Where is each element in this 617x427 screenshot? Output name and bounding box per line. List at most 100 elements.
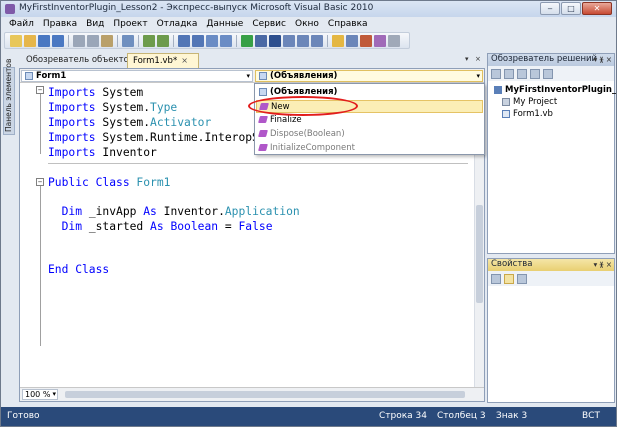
- dropdown-item-label: Finalize: [270, 115, 302, 125]
- dropdown-item[interactable]: InitializeComponent: [256, 142, 483, 155]
- save-all-icon[interactable]: [52, 34, 64, 47]
- extension-icon[interactable]: [388, 34, 400, 47]
- chevron-down-icon: ▾: [52, 390, 56, 398]
- standard-toolbar: [4, 32, 410, 49]
- toolbox-icon[interactable]: [374, 34, 386, 47]
- view-designer-icon[interactable]: [543, 68, 553, 79]
- scroll-thumb[interactable]: [476, 205, 483, 303]
- code-line-class-decl: Public Class Form1: [48, 176, 171, 189]
- tree-project-node[interactable]: MyFirstInventorPlugin_Lesson: [494, 85, 616, 95]
- chevron-down-icon: ▾: [246, 72, 250, 80]
- property-pages-icon[interactable]: [517, 273, 527, 284]
- object-browser-icon[interactable]: [360, 34, 372, 47]
- navigation-bar: Form1 ▾ (Объявления) ▾: [20, 69, 484, 83]
- menu-tools[interactable]: Сервис: [248, 18, 291, 32]
- status-insert-mode: ВСТ: [582, 411, 600, 421]
- scroll-thumb[interactable]: [65, 391, 465, 398]
- paste-icon[interactable]: [101, 34, 113, 47]
- menu-edit[interactable]: Правка: [39, 18, 82, 32]
- show-all-files-icon[interactable]: [504, 68, 514, 79]
- navigate-back-icon[interactable]: [206, 34, 218, 47]
- class-icon: [25, 71, 33, 80]
- code-line-imports: Imports Inventor: [48, 146, 157, 159]
- close-document-icon[interactable]: ×: [475, 55, 481, 63]
- collapse-icon[interactable]: −: [36, 86, 44, 94]
- properties-icon[interactable]: [346, 34, 358, 47]
- tab-form1-vb[interactable]: Form1.vb* ×: [127, 53, 199, 68]
- menu-help[interactable]: Справка: [324, 18, 373, 32]
- redo-icon[interactable]: [192, 34, 204, 47]
- menu-window[interactable]: Окно: [291, 18, 324, 32]
- tab-list-dropdown-icon[interactable]: ▾: [465, 55, 469, 63]
- status-column: Столбец 3: [437, 411, 486, 421]
- toolbox-side-tab[interactable]: Панель элементов: [3, 59, 15, 135]
- comment-icon[interactable]: [143, 34, 155, 47]
- solution-explorer-title: Обозреватель решений: [491, 54, 598, 64]
- pause-icon[interactable]: [255, 34, 267, 47]
- solution-explorer-toolbar: [488, 66, 614, 81]
- maximize-button[interactable]: □: [561, 2, 581, 15]
- method-icon: [258, 144, 268, 151]
- dropdown-item-label: InitializeComponent: [270, 143, 355, 153]
- view-code-icon[interactable]: [530, 68, 540, 79]
- code-line-dim-started: Dim _started As Boolean = False: [61, 220, 273, 233]
- open-icon[interactable]: [24, 34, 36, 47]
- menu-project[interactable]: Проект: [109, 18, 152, 32]
- tree-item-my-project[interactable]: My Project: [502, 97, 557, 107]
- panel-pin-close-icons[interactable]: ▾ ᚕ ×: [593, 259, 612, 270]
- find-icon[interactable]: [122, 34, 134, 47]
- copy-icon[interactable]: [87, 34, 99, 47]
- menu-view[interactable]: Вид: [82, 18, 109, 32]
- navigate-forward-icon[interactable]: [220, 34, 232, 47]
- toolbar-separator: [138, 34, 139, 47]
- step-out-icon[interactable]: [311, 34, 323, 47]
- categorized-icon[interactable]: [491, 273, 501, 284]
- start-debug-icon[interactable]: [241, 34, 253, 47]
- properties-header: Свойства ▾ ᚕ ×: [488, 259, 614, 271]
- panel-pin-close-icons[interactable]: ▾ ᚕ ×: [593, 54, 612, 65]
- collapse-icon[interactable]: −: [36, 178, 44, 186]
- member-dropdown-list: (Объявления) New Finalize Dispose(Boolean) I…: [254, 83, 485, 155]
- alphabetical-sort-icon[interactable]: [504, 273, 514, 284]
- toolbar-separator: [68, 34, 69, 47]
- properties-panel: Свойства ▾ ᚕ ×: [487, 258, 615, 403]
- close-button[interactable]: ✕: [582, 2, 612, 15]
- document-tabs: Обозреватель объектов Form1.vb* × ▾ ×: [19, 53, 485, 68]
- class-name-combo[interactable]: Form1 ▾: [21, 70, 253, 82]
- code-line-imports: Imports System.Activator: [48, 116, 212, 129]
- menu-data[interactable]: Данные: [202, 18, 248, 32]
- step-into-icon[interactable]: [283, 34, 295, 47]
- menu-debug[interactable]: Отладка: [153, 18, 203, 32]
- solution-explorer-header: Обозреватель решений ▾ ᚕ ×: [488, 54, 614, 66]
- tab-close-icon[interactable]: ×: [181, 56, 188, 65]
- zoom-combo[interactable]: 100 % ▾: [22, 389, 58, 400]
- dropdown-item[interactable]: Dispose(Boolean): [256, 128, 483, 141]
- toolbox-tab-label: Панель элементов: [4, 58, 13, 132]
- undo-icon[interactable]: [178, 34, 190, 47]
- tree-item-form1[interactable]: Form1.vb: [502, 109, 553, 119]
- stop-icon[interactable]: [269, 34, 281, 47]
- method-name-combo[interactable]: (Объявления) ▾: [255, 70, 483, 82]
- code-line-end-class: End Class: [48, 263, 110, 276]
- horizontal-scrollbar[interactable]: 100 % ▾: [20, 387, 484, 401]
- tab-object-browser[interactable]: Обозреватель объектов: [21, 53, 139, 68]
- minimize-button[interactable]: ‒: [540, 2, 560, 15]
- my-project-icon: [502, 97, 510, 106]
- status-bar: Готово Строка 34 Столбец 3 Знак 3 ВСТ: [1, 407, 616, 426]
- properties-icon[interactable]: [491, 68, 501, 79]
- cut-icon[interactable]: [73, 34, 85, 47]
- uncomment-icon[interactable]: [157, 34, 169, 47]
- new-project-icon[interactable]: [10, 34, 22, 47]
- method-icon: [258, 130, 268, 137]
- refresh-icon[interactable]: [517, 68, 527, 79]
- zoom-value: 100 %: [25, 390, 51, 399]
- dropdown-item[interactable]: Finalize: [256, 114, 483, 127]
- toolbar-separator: [173, 34, 174, 47]
- solution-explorer-icon[interactable]: [332, 34, 344, 47]
- step-over-icon[interactable]: [297, 34, 309, 47]
- menu-file[interactable]: Файл: [5, 18, 39, 32]
- code-line-imports: Imports System.Type: [48, 101, 178, 114]
- class-combo-value: Form1: [36, 71, 67, 81]
- save-icon[interactable]: [38, 34, 50, 47]
- declarations-icon: [259, 87, 267, 96]
